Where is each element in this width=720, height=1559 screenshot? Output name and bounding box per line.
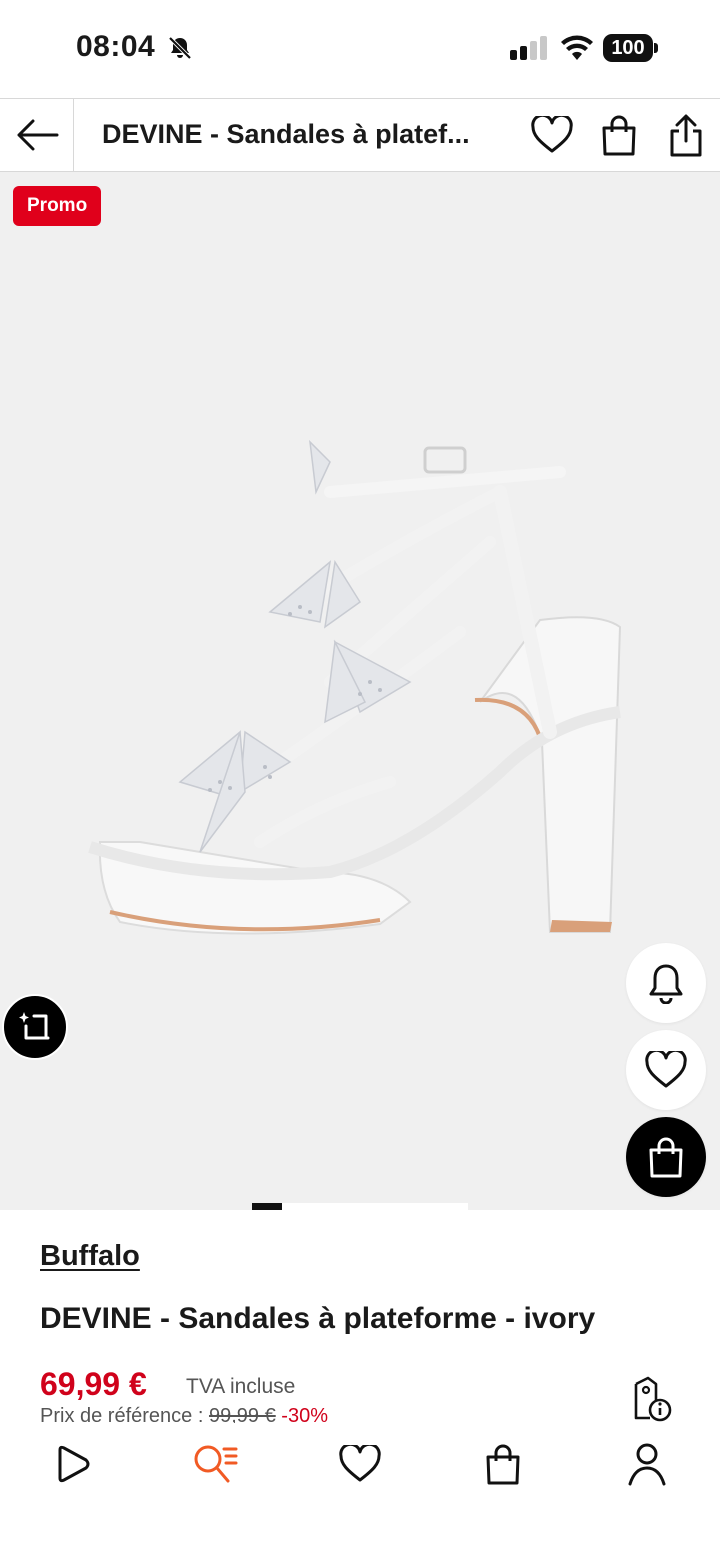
price-info-icon[interactable]	[628, 1376, 674, 1422]
heart-icon	[339, 1445, 381, 1482]
nav-wishlist[interactable]	[335, 1439, 385, 1489]
pager-active-indicator	[252, 1203, 282, 1210]
floating-wishlist-button[interactable]	[626, 1030, 706, 1110]
share-icon	[670, 114, 702, 157]
cart-button[interactable]	[597, 113, 641, 157]
bottom-navigation	[0, 1423, 720, 1559]
back-button[interactable]	[0, 99, 74, 171]
battery-icon: 100	[603, 34, 658, 62]
status-bar: 08:04 100	[0, 0, 720, 98]
share-button[interactable]	[664, 113, 708, 157]
status-time: 08:04	[76, 30, 156, 63]
bell-off-icon	[168, 36, 192, 60]
user-icon	[628, 1443, 666, 1486]
product-image-gallery[interactable]: Promo	[0, 172, 720, 1210]
battery-level: 100	[603, 34, 653, 62]
discount-badge: -30%	[281, 1405, 328, 1423]
promo-badge: Promo	[13, 186, 102, 226]
nav-bag[interactable]	[478, 1439, 528, 1489]
product-image	[88, 439, 622, 935]
ai-crop-button[interactable]	[2, 994, 68, 1060]
reference-price-line: Prix de référence : 99,99 € -30%	[40, 1405, 328, 1423]
ai-crop-icon	[19, 1012, 50, 1040]
play-icon	[58, 1445, 90, 1483]
heart-icon	[645, 1051, 687, 1088]
brand-link[interactable]: Buffalo	[40, 1240, 140, 1273]
product-name: DEVINE - Sandales à plateforme - ivory	[40, 1302, 596, 1335]
add-to-bag-button[interactable]	[626, 1117, 706, 1197]
wifi-icon	[561, 35, 593, 60]
reference-label: Prix de référence :	[40, 1405, 204, 1423]
image-pager	[252, 1203, 468, 1210]
bag-icon	[649, 1137, 683, 1178]
bag-icon	[486, 1444, 520, 1485]
signal-icon	[510, 36, 547, 60]
vat-label: TVA incluse	[186, 1375, 296, 1398]
product-price: 69,99 €	[40, 1366, 147, 1402]
product-header: DEVINE - Sandales à platef...	[0, 98, 720, 172]
header-title: DEVINE - Sandales à platef...	[102, 119, 470, 149]
heart-icon	[531, 116, 573, 153]
bell-icon	[649, 964, 683, 1004]
nav-search[interactable]	[190, 1439, 240, 1489]
search-list-icon	[194, 1445, 238, 1483]
back-arrow-icon	[17, 119, 58, 151]
wishlist-button[interactable]	[530, 113, 574, 157]
stock-alert-button[interactable]	[626, 943, 706, 1023]
nav-account[interactable]	[622, 1439, 672, 1489]
bag-icon	[602, 115, 636, 156]
nav-discover[interactable]	[47, 1439, 97, 1489]
reference-price: 99,99 €	[208, 1405, 276, 1423]
